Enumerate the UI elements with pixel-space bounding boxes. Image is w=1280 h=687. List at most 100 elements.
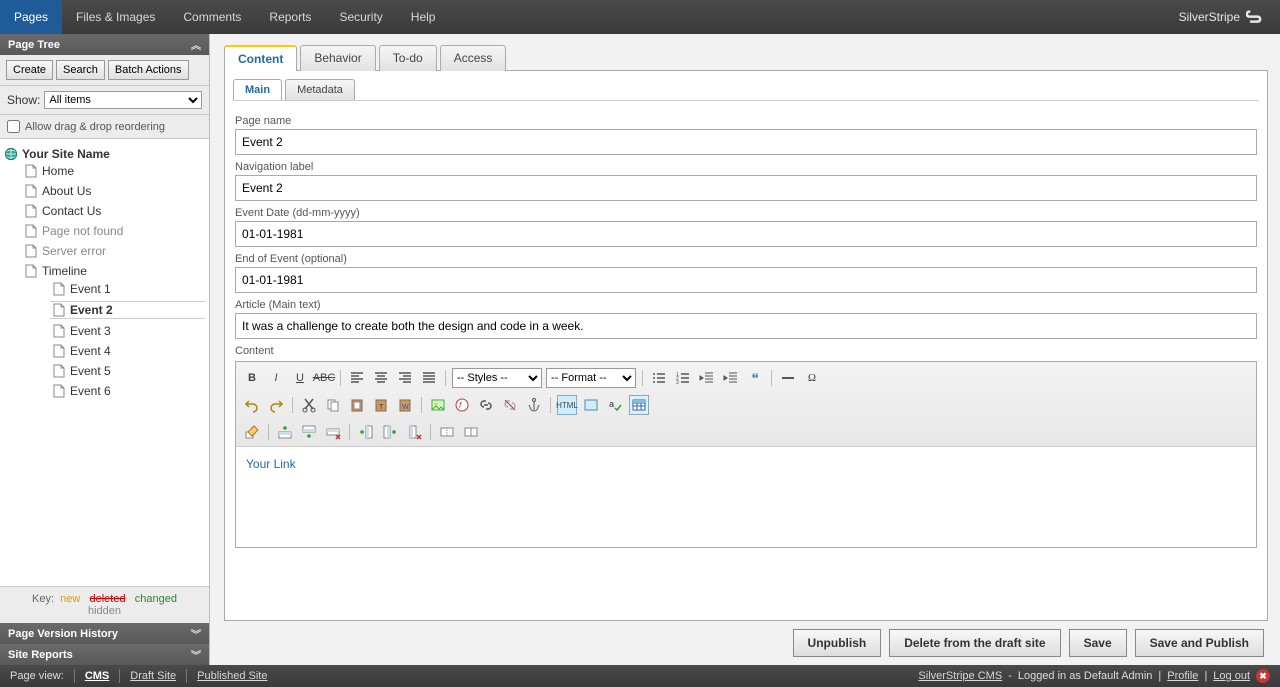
tab-behavior[interactable]: Behavior — [300, 45, 375, 71]
page-version-history-header[interactable]: Page Version History ︾ — [0, 623, 209, 644]
create-button[interactable]: Create — [6, 60, 53, 80]
redo-icon[interactable] — [266, 395, 286, 415]
tree-item-servererror[interactable]: Server error — [22, 243, 205, 259]
col-after-icon[interactable] — [380, 422, 400, 442]
search-button[interactable]: Search — [56, 60, 105, 80]
view-draft-link[interactable]: Draft Site — [130, 670, 176, 682]
col-before-icon[interactable] — [356, 422, 376, 442]
image-icon[interactable] — [428, 395, 448, 415]
strike-icon[interactable]: ABC — [314, 368, 334, 388]
merge-cells-icon[interactable] — [461, 422, 481, 442]
page-tree-header[interactable]: Page Tree ︽ — [0, 34, 209, 55]
batch-actions-button[interactable]: Batch Actions — [108, 60, 189, 80]
event-date-label: Event Date (dd-mm-yyyy) — [235, 207, 1257, 219]
nav-label-input[interactable] — [235, 175, 1257, 201]
menu-reports[interactable]: Reports — [255, 0, 325, 34]
menu-comments[interactable]: Comments — [169, 0, 255, 34]
link-icon[interactable] — [476, 395, 496, 415]
menu-help[interactable]: Help — [397, 0, 450, 34]
tree-item-timeline[interactable]: Timeline — [22, 263, 205, 279]
flash-icon[interactable]: f — [452, 395, 472, 415]
tree-item-event2[interactable]: Event 2 — [50, 301, 205, 319]
tree-label: Event 4 — [70, 344, 111, 358]
row-delete-icon[interactable] — [323, 422, 343, 442]
statusbar: Page view: CMS Draft Site Published Site… — [0, 665, 1280, 687]
undo-icon[interactable] — [242, 395, 262, 415]
paste-icon[interactable] — [347, 395, 367, 415]
align-right-icon[interactable] — [395, 368, 415, 388]
unpublish-button[interactable]: Unpublish — [793, 629, 882, 657]
logout-link[interactable]: Log out — [1213, 670, 1250, 682]
html-icon[interactable]: HTML — [557, 395, 577, 415]
article-input[interactable] — [235, 313, 1257, 339]
site-root[interactable]: Your Site Name — [4, 147, 205, 161]
tree-item-event4[interactable]: Event 4 — [50, 343, 205, 359]
show-select[interactable]: All items — [44, 91, 202, 109]
cut-icon[interactable] — [299, 395, 319, 415]
row-before-icon[interactable] — [275, 422, 295, 442]
tree-item-about[interactable]: About Us — [22, 183, 205, 199]
bold-icon[interactable]: B — [242, 368, 262, 388]
menu-files-images[interactable]: Files & Images — [62, 0, 169, 34]
tree-item-event3[interactable]: Event 3 — [50, 323, 205, 339]
tab-access[interactable]: Access — [440, 45, 507, 71]
menu-security[interactable]: Security — [325, 0, 396, 34]
format-select[interactable]: -- Format -- — [546, 368, 636, 388]
special-char-icon[interactable]: Ω — [802, 368, 822, 388]
styles-select[interactable]: -- Styles -- — [452, 368, 542, 388]
bullet-list-icon[interactable] — [649, 368, 669, 388]
tree-item-home[interactable]: Home — [22, 163, 205, 179]
align-left-icon[interactable] — [347, 368, 367, 388]
spellcheck-icon[interactable]: a — [605, 395, 625, 415]
unlink-icon[interactable] — [500, 395, 520, 415]
paste-text-icon[interactable]: T — [371, 395, 391, 415]
subtab-main[interactable]: Main — [233, 79, 282, 100]
tree-item-contact[interactable]: Contact Us — [22, 203, 205, 219]
copy-icon[interactable] — [323, 395, 343, 415]
col-delete-icon[interactable] — [404, 422, 424, 442]
cms-link[interactable]: SilverStripe CMS — [918, 670, 1002, 682]
blockquote-icon[interactable]: ❝ — [745, 368, 765, 388]
svg-text:T: T — [379, 404, 384, 411]
view-published-link[interactable]: Published Site — [197, 670, 267, 682]
anchor-icon[interactable] — [524, 395, 544, 415]
delete-draft-button[interactable]: Delete from the draft site — [889, 629, 1060, 657]
rte-content[interactable]: Your Link — [236, 447, 1256, 547]
save-button[interactable]: Save — [1069, 629, 1127, 657]
tree-item-event1[interactable]: Event 1 — [50, 281, 205, 297]
event-date-input[interactable] — [235, 221, 1257, 247]
page-name-input[interactable] — [235, 129, 1257, 155]
tab-todo[interactable]: To-do — [379, 45, 437, 71]
tab-content[interactable]: Content — [224, 45, 297, 71]
edit-cell-icon[interactable] — [242, 422, 262, 442]
tree-item-event6[interactable]: Event 6 — [50, 383, 205, 399]
table-icon[interactable] — [629, 395, 649, 415]
align-center-icon[interactable] — [371, 368, 391, 388]
italic-icon[interactable]: I — [266, 368, 286, 388]
form-scroll[interactable]: Page name Navigation label Event Date (d… — [233, 100, 1259, 612]
allow-drag-checkbox[interactable] — [7, 120, 20, 133]
underline-icon[interactable]: U — [290, 368, 310, 388]
paste-word-icon[interactable]: W — [395, 395, 415, 415]
tree-item-event5[interactable]: Event 5 — [50, 363, 205, 379]
profile-link[interactable]: Profile — [1167, 670, 1198, 682]
end-event-input[interactable] — [235, 267, 1257, 293]
save-publish-button[interactable]: Save and Publish — [1135, 629, 1264, 657]
subtab-metadata[interactable]: Metadata — [285, 79, 355, 100]
split-cells-icon[interactable] — [437, 422, 457, 442]
tree-item-notfound[interactable]: Page not found — [22, 223, 205, 239]
align-justify-icon[interactable] — [419, 368, 439, 388]
hr-icon[interactable] — [778, 368, 798, 388]
number-list-icon[interactable]: 123 — [673, 368, 693, 388]
page-name-label: Page name — [235, 115, 1257, 127]
site-reports-header[interactable]: Site Reports ︾ — [0, 644, 209, 665]
row-after-icon[interactable] — [299, 422, 319, 442]
outdent-icon[interactable] — [697, 368, 717, 388]
view-cms-link[interactable]: CMS — [85, 670, 109, 682]
fullscreen-icon[interactable] — [581, 395, 601, 415]
collapse-icon: ︽ — [191, 37, 201, 52]
tree-label: Event 5 — [70, 364, 111, 378]
menu-pages[interactable]: Pages — [0, 0, 62, 34]
indent-icon[interactable] — [721, 368, 741, 388]
close-icon[interactable]: ✖ — [1256, 669, 1270, 683]
